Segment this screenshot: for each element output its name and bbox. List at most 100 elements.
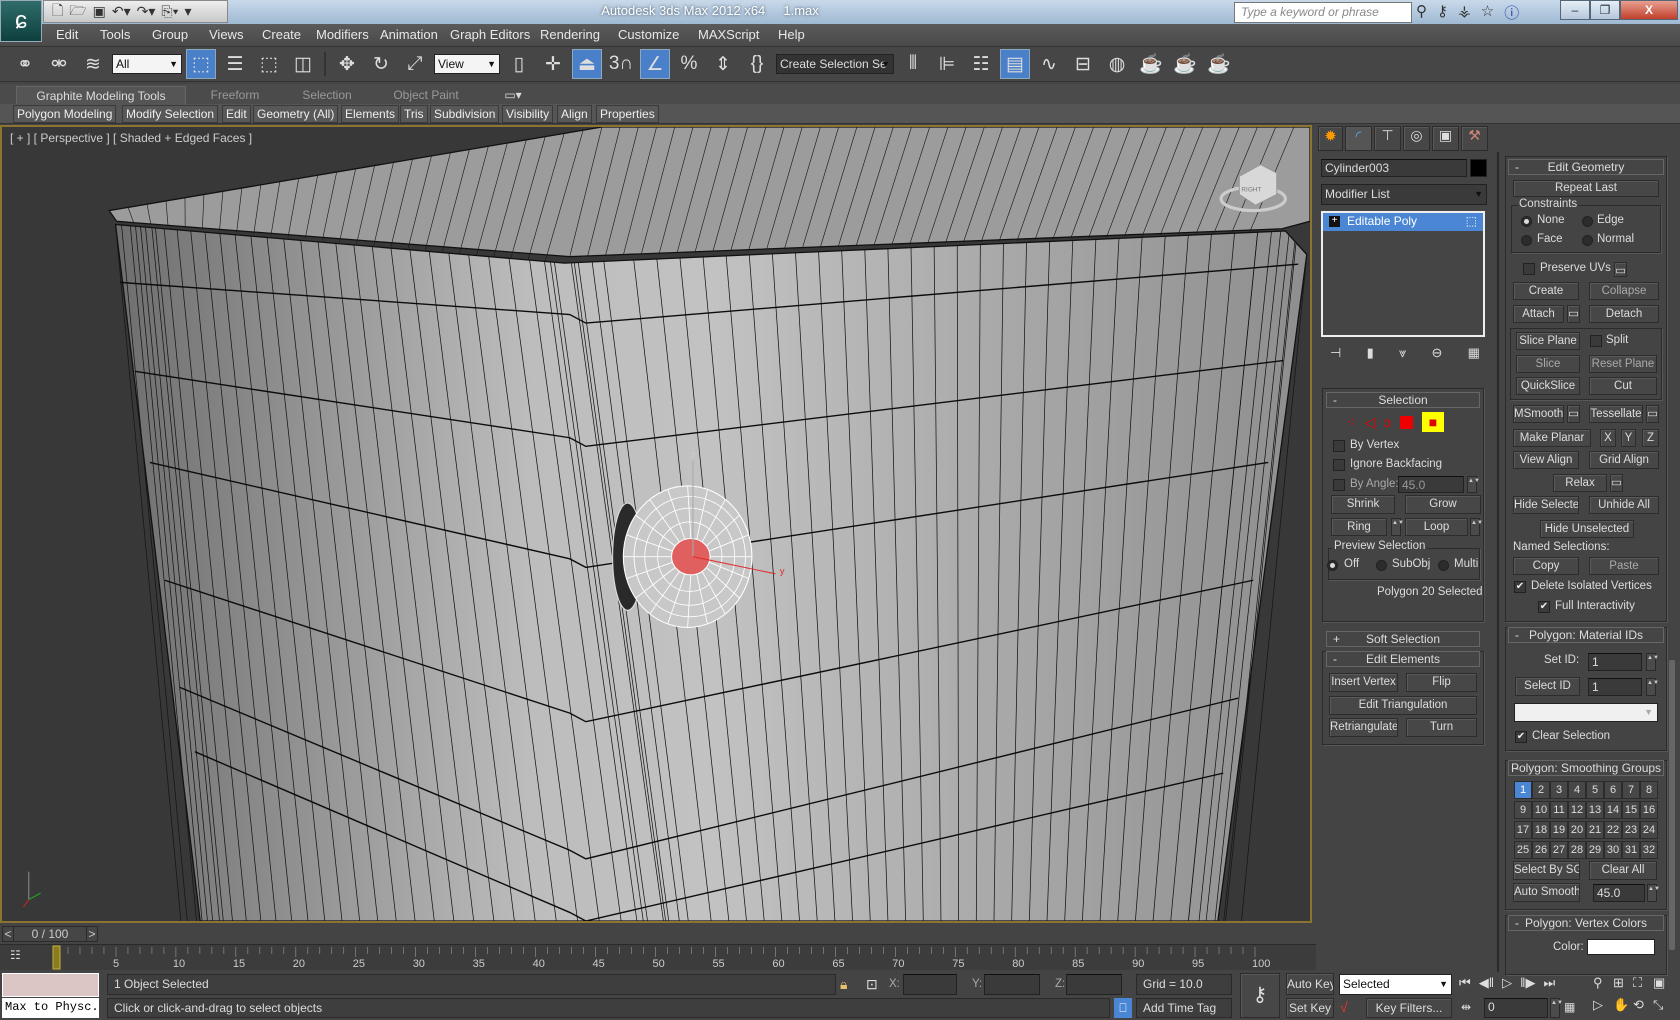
tab-graphite-modeling-tools[interactable]: Graphite Modeling Tools xyxy=(16,86,186,105)
by-vertex-checkbox[interactable] xyxy=(1333,440,1345,452)
detach-button[interactable]: Detach xyxy=(1589,305,1659,323)
close-button[interactable]: X xyxy=(1620,0,1678,20)
menu-animation[interactable]: Animation xyxy=(380,27,438,42)
rendered-frame-window-icon[interactable]: ☕ xyxy=(1170,49,1200,79)
set-key-button[interactable]: Set Key xyxy=(1286,998,1334,1018)
vertex-level-icon[interactable]: ⁖ xyxy=(1347,414,1355,431)
by-angle-spinner[interactable]: ▲▼ xyxy=(1467,476,1480,493)
tab-object-paint[interactable]: Object Paint xyxy=(376,86,476,105)
panel-polygon-modeling[interactable]: Polygon Modeling xyxy=(13,105,117,123)
smoothing-group-26[interactable]: 26 xyxy=(1532,841,1550,859)
curve-editor-icon[interactable]: ∿ xyxy=(1034,49,1064,79)
attach-settings-button[interactable]: ▭ xyxy=(1567,305,1580,323)
bind-space-warp-icon[interactable]: ≋ xyxy=(78,49,108,79)
smoothing-group-31[interactable]: 31 xyxy=(1622,841,1640,859)
preserve-uvs-checkbox[interactable] xyxy=(1523,263,1535,275)
menu-tools[interactable]: Tools xyxy=(100,27,130,42)
previous-frame-icon[interactable]: ◀‖ xyxy=(1479,975,1494,991)
menu-views[interactable]: Views xyxy=(209,27,243,42)
reference-coordinate-dropdown[interactable]: View xyxy=(434,54,500,74)
save-icon[interactable]: ▣ xyxy=(93,3,106,20)
pan-icon[interactable]: ✋ xyxy=(1613,997,1633,1013)
minimize-button[interactable]: – xyxy=(1560,0,1590,20)
smoothing-group-16[interactable]: 16 xyxy=(1640,801,1658,819)
by-angle-checkbox[interactable] xyxy=(1333,479,1345,491)
maxscript-mini-listener-macro[interactable] xyxy=(2,973,99,997)
pin-stack-icon[interactable]: ⊣ xyxy=(1330,345,1341,361)
spinner-snap-icon[interactable]: ⇕ xyxy=(708,49,738,79)
set-id-spinner[interactable]: ▲▼ xyxy=(1646,653,1659,671)
open-file-icon[interactable]: 🗁 xyxy=(69,0,86,24)
panel-geometry-all[interactable]: Geometry (All) xyxy=(253,105,339,123)
edit-triangulation-button[interactable]: Edit Triangulation xyxy=(1329,696,1477,715)
schematic-view-icon[interactable]: ⊟ xyxy=(1068,49,1098,79)
element-level-icon[interactable]: ■ xyxy=(1421,412,1444,432)
select-manipulate-icon[interactable]: ✛ xyxy=(538,49,568,79)
lock-selection-icon[interactable]: 🔒︎ xyxy=(840,976,847,992)
object-name-field[interactable]: Cylinder003 xyxy=(1321,159,1467,177)
paste-button[interactable]: Paste xyxy=(1589,557,1659,575)
full-interactivity-checkbox[interactable]: ✔ xyxy=(1538,601,1550,613)
prev-frame-button[interactable]: < xyxy=(3,927,13,941)
split-checkbox[interactable] xyxy=(1590,335,1602,347)
smoothing-group-6[interactable]: 6 xyxy=(1604,781,1622,799)
delete-isolated-checkbox[interactable]: ✔ xyxy=(1514,581,1526,593)
current-frame-spinner[interactable]: ▲▼ xyxy=(1550,998,1563,1018)
stack-item-editable-poly[interactable]: + Editable Poly ⬚ xyxy=(1323,213,1483,231)
select-id-button[interactable]: Select ID xyxy=(1515,677,1580,696)
border-level-icon[interactable]: ↄ xyxy=(1384,414,1391,430)
maxscript-mini-listener-input[interactable]: Max to Physc. xyxy=(2,998,99,1018)
menu-create[interactable]: Create xyxy=(262,27,301,42)
polygon-level-icon[interactable] xyxy=(1399,415,1413,429)
unhide-all-button[interactable]: Unhide All xyxy=(1589,496,1659,514)
percent-snap-icon[interactable]: % xyxy=(674,49,704,79)
repeat-last-button[interactable]: Repeat Last xyxy=(1513,180,1659,197)
menu-group[interactable]: Group xyxy=(152,27,188,42)
smoothing-group-8[interactable]: 8 xyxy=(1640,781,1658,799)
next-frame-icon[interactable]: ‖▶ xyxy=(1520,975,1535,991)
vertex-colors-rollout-header[interactable]: - Polygon: Vertex Colors xyxy=(1508,915,1664,931)
constraint-face-radio[interactable] xyxy=(1521,235,1532,246)
binoculars-icon[interactable]: ⚲ xyxy=(1416,2,1427,23)
smoothing-group-4[interactable]: 4 xyxy=(1568,781,1586,799)
motion-icon[interactable]: ◎ xyxy=(1403,126,1431,151)
go-to-start-icon[interactable]: ⏮ xyxy=(1459,975,1471,991)
object-color-swatch[interactable] xyxy=(1470,159,1487,177)
smoothing-group-9[interactable]: 9 xyxy=(1514,801,1532,819)
snaps-toggle-icon[interactable]: 3∩ xyxy=(606,49,636,79)
z-coordinate-field[interactable] xyxy=(1066,974,1122,995)
time-configuration-icon[interactable]: ▦ xyxy=(1564,999,1575,1015)
msmooth-settings-button[interactable]: ▭ xyxy=(1567,405,1580,423)
constraint-edge-radio[interactable] xyxy=(1582,216,1593,227)
reset-plane-button[interactable]: Reset Plane xyxy=(1589,355,1657,373)
material-ids-rollout-header[interactable]: - Polygon: Material IDs xyxy=(1508,627,1664,643)
menu-maxscript[interactable]: MAXScript xyxy=(698,27,759,42)
next-frame-button[interactable]: > xyxy=(87,927,97,941)
retriangulate-button[interactable]: Retriangulate xyxy=(1329,718,1398,737)
panel-edit[interactable]: Edit xyxy=(222,105,251,123)
smoothing-groups-rollout-header[interactable]: - Polygon: Smoothing Groups xyxy=(1508,760,1664,776)
named-selection-dropdown[interactable]: Create Selection Se xyxy=(776,54,894,74)
smoothing-group-18[interactable]: 18 xyxy=(1532,821,1550,839)
orbit-icon[interactable]: ⟲ xyxy=(1633,997,1653,1013)
smoothing-group-12[interactable]: 12 xyxy=(1568,801,1586,819)
turn-button[interactable]: Turn xyxy=(1406,718,1477,737)
ignore-backfacing-checkbox[interactable] xyxy=(1333,459,1345,471)
edit-elements-rollout-header[interactable]: - Edit Elements xyxy=(1326,651,1480,667)
menu-help[interactable]: Help xyxy=(778,27,805,42)
material-name-dropdown[interactable]: ▼ xyxy=(1514,703,1658,722)
render-setup-icon[interactable]: ☕ xyxy=(1136,49,1166,79)
project-folder-icon[interactable]: ⎘▾ xyxy=(161,3,178,20)
relax-button[interactable]: Relax xyxy=(1553,474,1607,492)
select-by-name-icon[interactable]: ☰ xyxy=(220,49,250,79)
smoothing-group-13[interactable]: 13 xyxy=(1586,801,1604,819)
smoothing-group-3[interactable]: 3 xyxy=(1550,781,1568,799)
smoothing-group-1[interactable]: 1 xyxy=(1514,781,1532,799)
key-filters-button[interactable]: Key Filters... xyxy=(1366,998,1452,1018)
quickslice-button[interactable]: QuickSlice xyxy=(1516,377,1580,395)
smoothing-group-29[interactable]: 29 xyxy=(1586,841,1604,859)
angle-snap-icon[interactable]: ∠ xyxy=(640,49,670,79)
smoothing-group-19[interactable]: 19 xyxy=(1550,821,1568,839)
auto-key-button[interactable]: Auto Key xyxy=(1286,973,1334,995)
smoothing-group-23[interactable]: 23 xyxy=(1622,821,1640,839)
